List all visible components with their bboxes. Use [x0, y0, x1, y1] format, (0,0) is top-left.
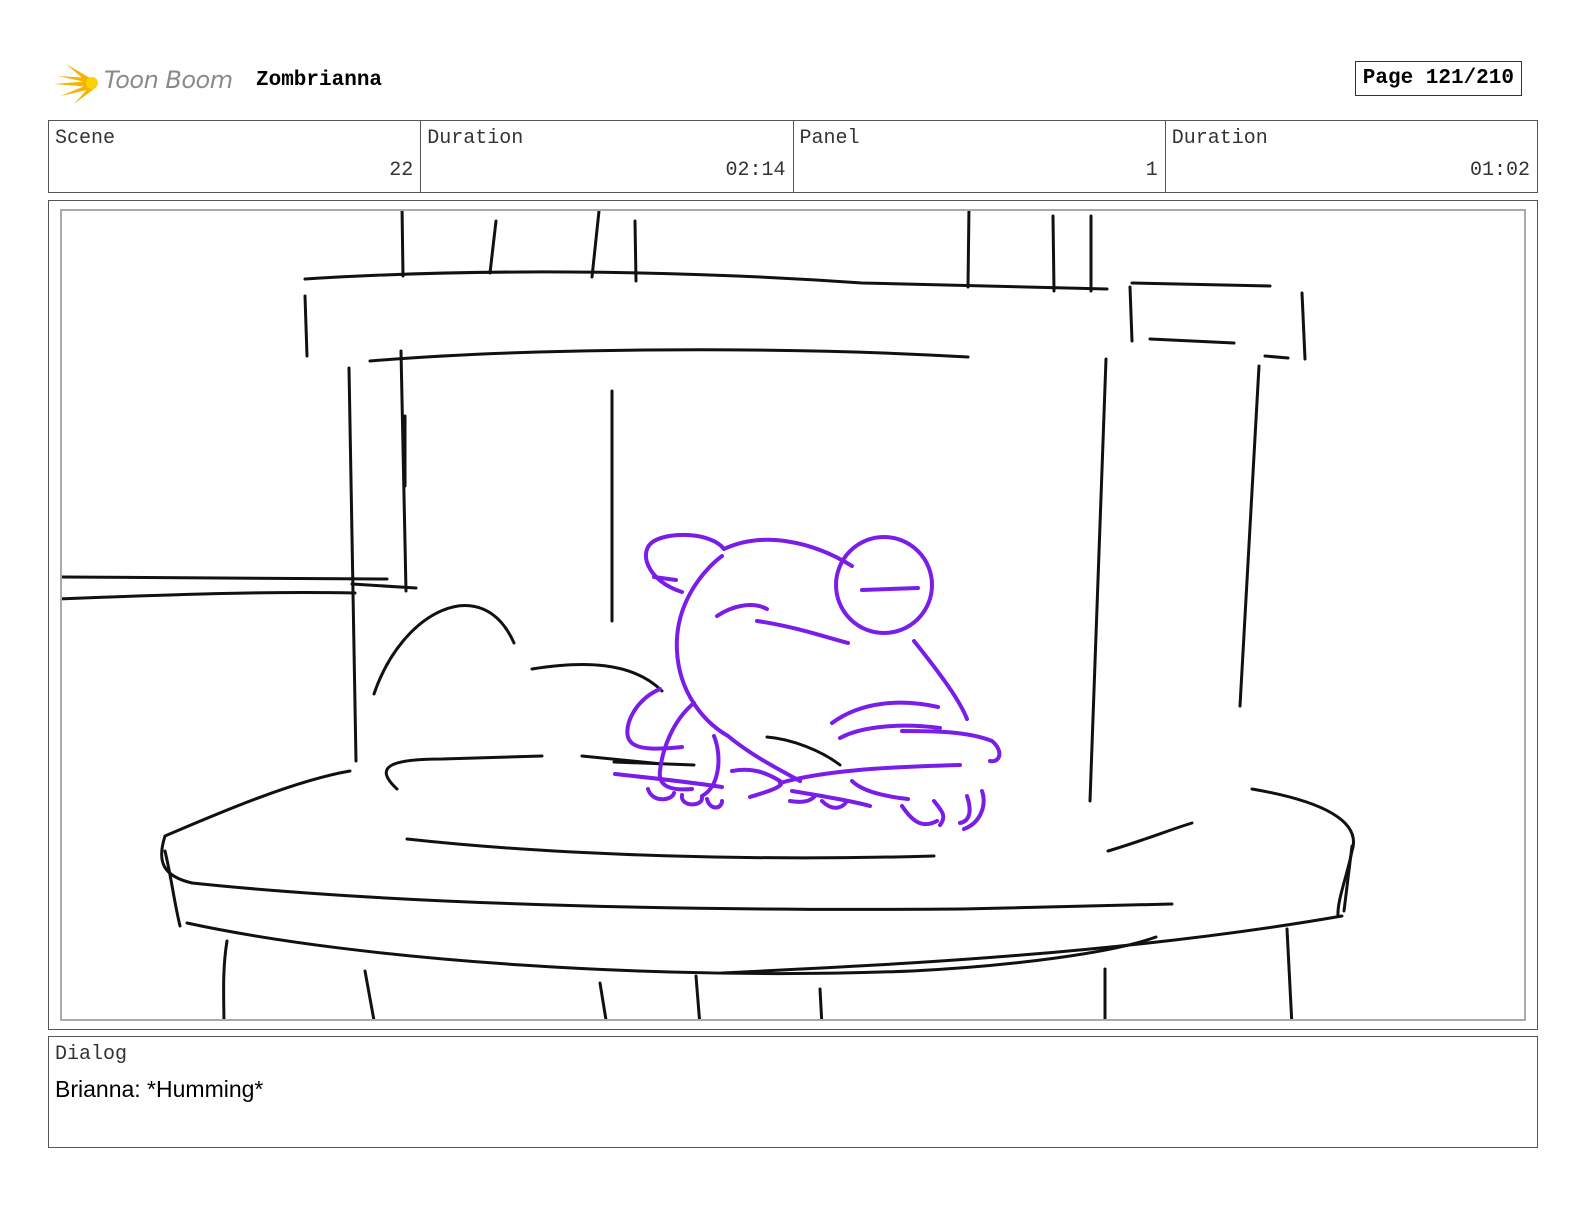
panel-sketch: [60, 209, 1526, 1021]
panel-duration-cell: Duration 01:02: [1166, 121, 1537, 192]
scene-value: 22: [389, 159, 414, 182]
scene-duration-label: Duration: [427, 127, 524, 150]
panel-info-table: Scene 22 Duration 02:14 Panel 1 Duration…: [48, 120, 1538, 193]
dialog-label: Dialog: [55, 1043, 128, 1066]
page-indicator: Page 121/210: [1354, 61, 1522, 96]
project-title: Zombrianna: [256, 69, 383, 92]
scene-cell: Scene 22: [49, 121, 422, 192]
panel-duration-value: 01:02: [1469, 159, 1530, 182]
storyboard-panel-frame: [48, 200, 1538, 1030]
panel-value: 1: [1145, 159, 1158, 182]
starburst-icon: [54, 64, 98, 104]
toon-boom-logo: Toon Boom: [52, 56, 242, 108]
panel-label: Panel: [799, 127, 860, 150]
scene-label: Scene: [55, 127, 116, 150]
panel-cell: Panel 1: [794, 121, 1166, 192]
dialog-box: Dialog Brianna: *Humming*: [48, 1036, 1538, 1148]
logo-text: Toon Boom: [104, 66, 233, 94]
scene-duration-cell: Duration 02:14: [421, 121, 794, 192]
storyboard-header: Toon Boom Zombrianna Page 121/210: [52, 56, 1538, 108]
sketch-drawing: [62, 211, 1355, 1019]
panel-duration-label: Duration: [1171, 127, 1268, 150]
background-sketch-lines: [62, 211, 1355, 1019]
dialog-text: Brianna: *Humming*: [55, 1076, 264, 1102]
frog-character: [613, 532, 1002, 831]
scene-duration-value: 02:14: [725, 159, 786, 182]
